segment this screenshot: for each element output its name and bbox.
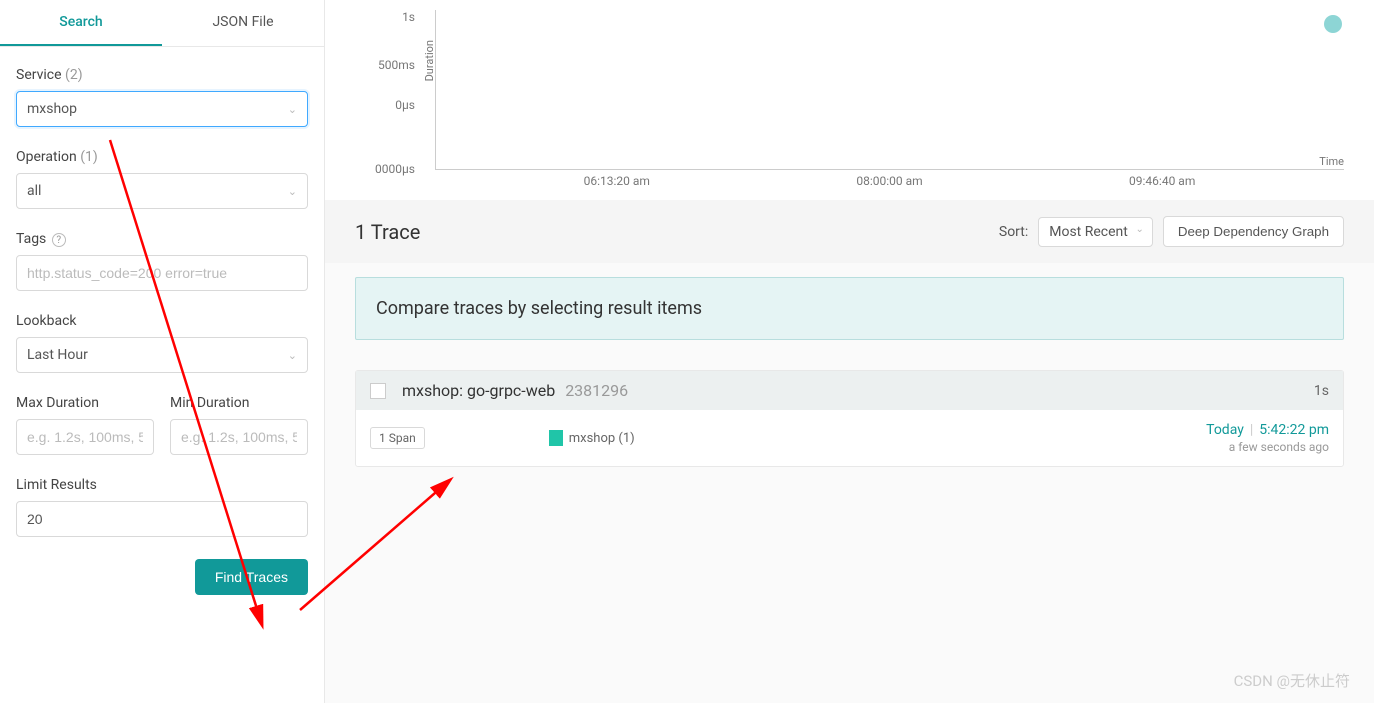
lookback-select[interactable]: Last Hour ⌄	[16, 337, 308, 373]
lookback-label: Lookback	[16, 313, 308, 329]
limit-input[interactable]	[16, 501, 308, 537]
trace-checkbox[interactable]	[370, 383, 386, 399]
tab-search[interactable]: Search	[0, 0, 162, 46]
chart-y-tick: 1s	[402, 10, 415, 24]
operation-select[interactable]: all ⌄	[16, 173, 308, 209]
operation-label: Operation (1)	[16, 149, 308, 165]
chevron-down-icon: ⌄	[1135, 224, 1143, 235]
service-badge: mxshop (1)	[549, 430, 635, 446]
chart-data-point[interactable]	[1324, 15, 1342, 33]
chevron-down-icon: ⌄	[288, 103, 297, 116]
chart-x-tick: 06:13:20 am	[584, 174, 650, 188]
limit-label: Limit Results	[16, 477, 308, 493]
trace-relative-time: a few seconds ago	[1206, 440, 1329, 454]
help-icon[interactable]: ?	[52, 233, 66, 247]
sort-select[interactable]: Most Recent ⌄	[1038, 217, 1153, 247]
trace-count-label: 1 Trace	[355, 220, 420, 244]
min-duration-label: Min Duration	[170, 395, 308, 411]
chart-x-tick: 09:46:40 am	[1129, 174, 1195, 188]
chart-x-axis-label: Time	[1319, 155, 1344, 168]
tab-json-file[interactable]: JSON File	[162, 0, 324, 46]
service-select[interactable]: mxshop ⌄	[16, 91, 308, 127]
chevron-down-icon: ⌄	[288, 185, 297, 198]
chart-y-tick: 0µs	[395, 98, 415, 112]
chart-x-tick: 08:00:00 am	[856, 174, 922, 188]
trace-title: mxshop: go-grpc-web 2381296	[402, 381, 628, 400]
deep-dependency-graph-button[interactable]: Deep Dependency Graph	[1163, 216, 1344, 247]
service-color-swatch	[549, 430, 563, 446]
max-duration-input[interactable]	[16, 419, 154, 455]
span-count-badge: 1 Span	[370, 427, 425, 449]
tags-label: Tags ?	[16, 231, 308, 247]
trace-duration-label: 1s	[1314, 383, 1329, 399]
find-traces-button[interactable]: Find Traces	[195, 559, 308, 595]
scatter-chart[interactable]: Duration 1s 500ms 0µs 0000µs Time 06:13:…	[325, 0, 1374, 200]
trace-card[interactable]: mxshop: go-grpc-web 2381296 1s 1 Span mx…	[355, 370, 1344, 467]
chart-y-tick: 0000µs	[375, 162, 415, 176]
chart-y-tick: 500ms	[378, 58, 415, 72]
compare-banner: Compare traces by selecting result items	[355, 277, 1344, 340]
max-duration-label: Max Duration	[16, 395, 154, 411]
sort-label: Sort:	[999, 224, 1028, 240]
service-label: Service (2)	[16, 67, 308, 83]
tags-input[interactable]	[16, 255, 308, 291]
min-duration-input[interactable]	[170, 419, 308, 455]
trace-timestamp: Today|5:42:22 pm	[1206, 422, 1329, 438]
chevron-down-icon: ⌄	[288, 349, 297, 362]
search-tabs: Search JSON File	[0, 0, 324, 47]
